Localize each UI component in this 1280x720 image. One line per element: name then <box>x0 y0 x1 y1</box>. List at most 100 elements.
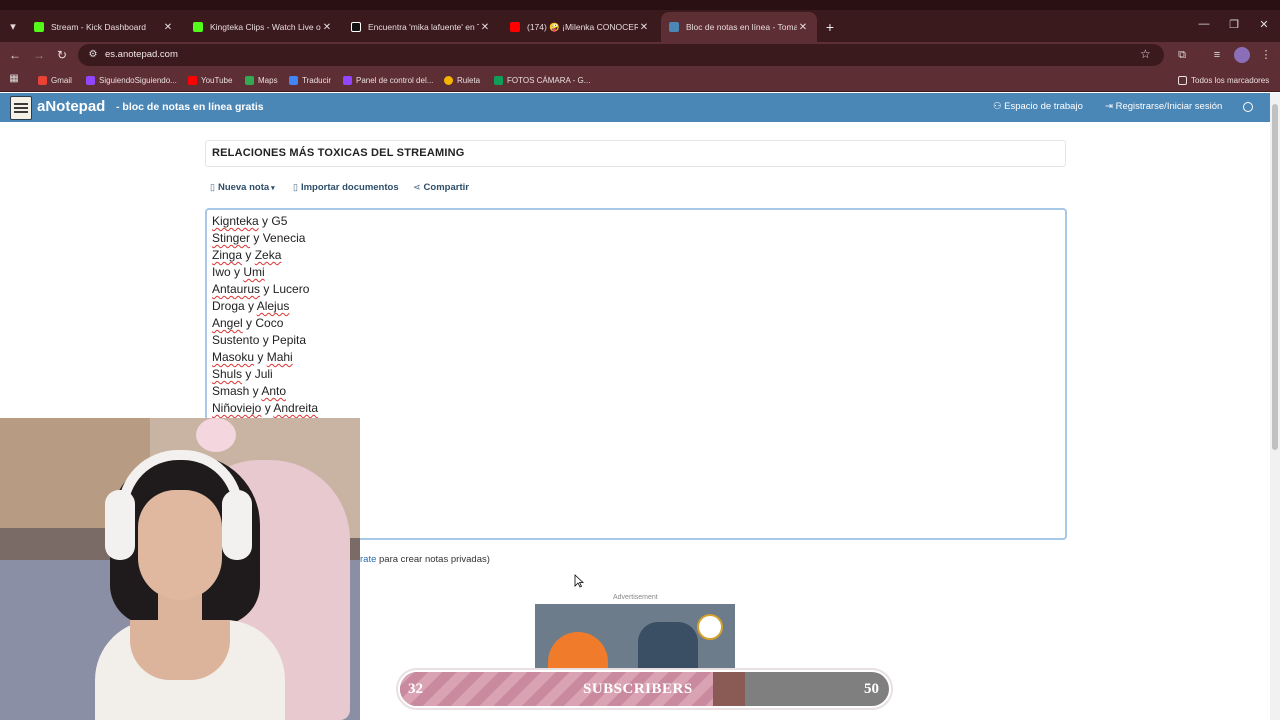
kick-icon <box>34 22 44 32</box>
close-tab-icon[interactable]: ✕ <box>797 22 809 33</box>
youtube-icon <box>510 22 520 32</box>
file-icon: ▯ <box>293 182 298 192</box>
note-line-3: Zinga y Zeka <box>212 248 282 262</box>
note-line-12: Niñoviejo y Andreita <box>212 401 319 415</box>
tab-label: Bloc de notas en línea - Toma y <box>686 22 797 32</box>
share-label: Compartir <box>423 182 469 193</box>
workspace-icon: ⚇ <box>993 101 1005 112</box>
address-bar[interactable] <box>78 44 1164 66</box>
site-info-icon[interactable]: ⚙ <box>86 48 100 62</box>
close-tab-icon[interactable]: ✕ <box>321 22 333 33</box>
note-title: RELACIONES MÁS TOXICAS DEL STREAMING <box>212 147 465 159</box>
tab-youtube[interactable]: (174) 🤪 ¡Milenka CONOCERÁ ✕ <box>502 14 658 40</box>
note-line-9: Masoku y Mahi <box>212 350 293 364</box>
headset-icon <box>222 490 252 560</box>
import-label: Importar documentos <box>300 182 399 193</box>
site-tagline: - bloc de notas en línea gratis <box>116 101 264 113</box>
new-tab-button[interactable]: + <box>822 18 838 36</box>
close-tab-icon[interactable]: ✕ <box>479 22 491 33</box>
tab-kick-dashboard[interactable]: Stream - Kick Dashboard ✕ <box>26 14 182 40</box>
bookmark-ruleta[interactable]: Ruleta <box>444 73 480 87</box>
twitch-icon <box>86 75 95 85</box>
window-top-strip <box>0 0 1280 10</box>
reload-icon[interactable]: ↻ <box>53 46 71 64</box>
kick-icon <box>193 22 203 32</box>
subscriber-goal-label: SUBSCRIBERS <box>583 681 693 697</box>
share-button[interactable]: ⋖ Compartir <box>413 182 469 193</box>
bookmark-maps[interactable]: Maps <box>245 73 278 87</box>
extensions-icon[interactable]: ⧉ <box>1174 47 1190 63</box>
tab-tiktok-search[interactable]: Encuentra 'mika lafuente' en Ti ✕ <box>343 14 499 40</box>
bookmark-label: Maps <box>258 75 278 85</box>
back-icon[interactable]: ← <box>6 46 24 64</box>
translate-icon <box>289 75 298 85</box>
tab-label: Stream - Kick Dashboard <box>51 22 146 32</box>
bookmark-traducir[interactable]: Traducir <box>289 73 331 87</box>
login-link[interactable]: ⇥ Registrarse/Iniciar sesión <box>1105 101 1222 112</box>
media-controls-icon[interactable]: ≡ <box>1209 47 1225 63</box>
tab-search-icon[interactable]: ▾ <box>4 18 22 36</box>
subscriber-goal-end: 50 <box>864 681 879 697</box>
site-logo[interactable]: aNotepad <box>37 98 105 115</box>
subscriber-goal-thumb <box>713 672 745 706</box>
close-tab-icon[interactable]: ✕ <box>638 22 650 33</box>
note-line-8: Sustento y Pepita <box>212 333 307 347</box>
login-icon: ⇥ <box>1105 101 1116 112</box>
bookmark-panel-control[interactable]: Panel de control del... <box>343 73 433 87</box>
bookmark-label: Gmail <box>51 75 72 85</box>
register-link[interactable]: rate <box>360 554 376 565</box>
notepad-logo-icon[interactable] <box>10 96 32 120</box>
note-line-4: Iwo y Umi <box>212 265 265 279</box>
bookmark-youtube[interactable]: YouTube <box>188 73 232 87</box>
url-text: es.anotepad.com <box>105 49 178 60</box>
bookmark-label: Traducir <box>302 75 332 85</box>
forward-icon[interactable]: → <box>30 46 48 64</box>
apps-grid-icon[interactable]: ▦ <box>8 73 20 85</box>
note-line-6: Droga y Alejus <box>212 299 290 313</box>
youtube-icon <box>188 75 197 85</box>
new-note-label: Nueva nota <box>217 182 270 193</box>
note-line-7: Angel y Coco <box>212 316 284 330</box>
bookmark-siguiendo[interactable]: SiguiendoSiguiendo... <box>86 73 177 87</box>
ad-label: Advertisement <box>613 594 658 601</box>
bookmark-gmail[interactable]: Gmail <box>38 73 72 87</box>
wheel-icon <box>444 75 453 85</box>
note-line-1: Kignteka y G5 <box>212 214 288 228</box>
more-menu-icon[interactable]: ⋮ <box>1258 47 1274 63</box>
scrollbar-thumb[interactable] <box>1272 104 1278 450</box>
tab-anotepad[interactable]: Bloc de notas en línea - Toma y ✕ <box>661 12 817 42</box>
minimize-icon[interactable]: — <box>1196 18 1212 30</box>
caret-down-icon: ▾ <box>271 184 275 192</box>
gmail-icon <box>38 75 47 85</box>
language-globe-icon[interactable] <box>1243 102 1253 112</box>
maps-icon <box>245 75 254 85</box>
hint-text: para crear notas privadas) <box>376 554 490 565</box>
bookmark-fotos-camara[interactable]: FOTOS CÁMARA - G... <box>494 73 590 87</box>
anotepad-icon <box>669 22 679 32</box>
close-tab-icon[interactable]: ✕ <box>162 22 174 33</box>
private-notes-hint: rate para crear notas privadas) <box>360 554 490 565</box>
bookmark-star-icon[interactable]: ☆ <box>1140 47 1151 61</box>
subscriber-goal-start: 32 <box>408 681 423 697</box>
note-line-2: Stinger y Venecia <box>212 231 306 245</box>
ad-graphic <box>697 614 723 640</box>
share-icon: ⋖ <box>413 182 421 192</box>
document-icon: ▯ <box>210 182 215 192</box>
login-label: Registrarse/Iniciar sesión <box>1115 101 1223 112</box>
note-line-11: Smash y Anto <box>212 384 287 398</box>
workspace-link[interactable]: ⚇ Espacio de trabajo <box>993 101 1083 112</box>
tab-label: Kingteka Clips - Watch Live on <box>210 22 321 32</box>
profile-avatar-icon[interactable] <box>1234 47 1250 63</box>
note-line-10: Shuls y Juli <box>212 367 273 381</box>
close-window-icon[interactable]: ✕ <box>1256 18 1272 31</box>
tiktok-icon <box>351 22 361 32</box>
restore-icon[interactable]: ❐ <box>1226 18 1242 31</box>
folder-icon <box>1178 75 1187 85</box>
all-bookmarks[interactable]: Todos los marcadores <box>1178 73 1269 87</box>
tab-kingteka-clips[interactable]: Kingteka Clips - Watch Live on ✕ <box>185 14 341 40</box>
workspace-label: Espacio de trabajo <box>1004 101 1083 112</box>
bookmark-label: YouTube <box>201 75 233 85</box>
new-note-button[interactable]: ▯ Nueva nota ▾ <box>210 182 275 193</box>
import-documents-button[interactable]: ▯ Importar documentos <box>293 182 399 193</box>
mouse-cursor-icon <box>574 574 584 588</box>
